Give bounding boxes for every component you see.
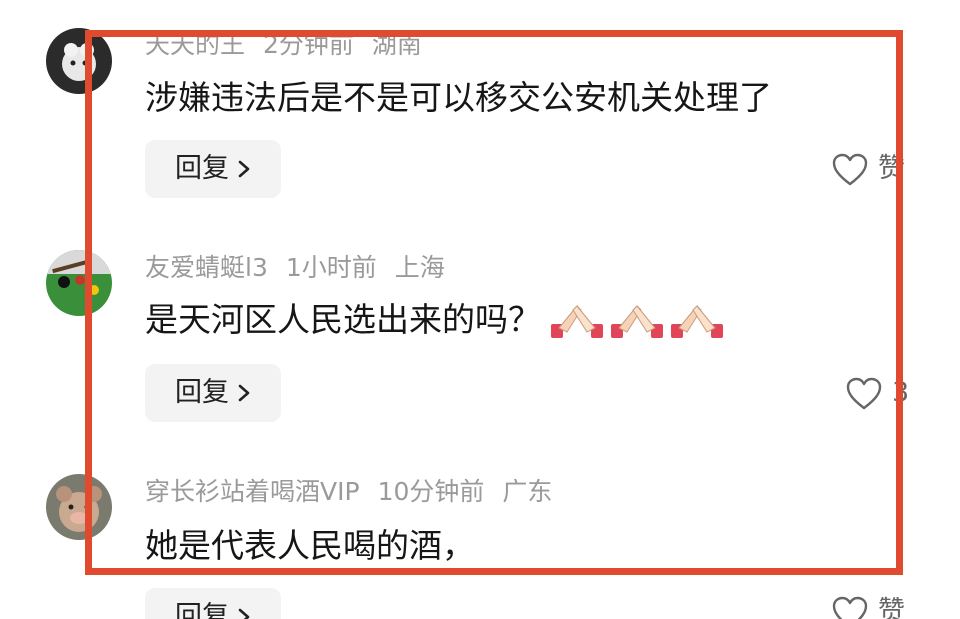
emoji-group	[549, 301, 729, 343]
clapping-hands-emoji	[611, 305, 663, 339]
avatar[interactable]	[46, 28, 112, 94]
comment-text: 是天河区人民选出来的吗？	[145, 300, 541, 339]
timestamp: 10分钟前	[377, 477, 485, 506]
comment-text: 她是代表人民喝的酒，	[145, 526, 475, 565]
comment-meta: 穿长衫站着喝酒VIP 10分钟前 广东	[145, 477, 570, 507]
heart-outline-icon	[832, 596, 868, 619]
username[interactable]: 穿长衫站着喝酒VIP	[145, 477, 360, 506]
avatar[interactable]	[46, 250, 112, 316]
like-label: 赞	[878, 596, 905, 619]
location: 广东	[502, 477, 553, 506]
reply-label: 回复	[175, 601, 229, 619]
location: 上海	[394, 253, 445, 282]
like-count: 3	[892, 377, 910, 408]
comment-meta: 天天的王 2分钟前 湖南	[145, 30, 440, 60]
comment-list: 天天的王 2分钟前 湖南 涉嫌违法后是不是可以移交公安机关处理了 回复 赞 友爱蜻蜓…	[0, 0, 960, 619]
clapping-hands-emoji	[551, 305, 603, 339]
timestamp: 2分钟前	[263, 30, 354, 59]
username[interactable]: 友爱蜻蜓l3	[145, 253, 268, 282]
location: 湖南	[371, 30, 422, 59]
reply-label: 回复	[175, 153, 229, 184]
chevron-right-icon	[237, 140, 251, 198]
chevron-right-icon	[237, 364, 251, 422]
reply-button[interactable]: 回复	[145, 364, 281, 422]
heart-outline-icon	[846, 377, 882, 409]
reply-label: 回复	[175, 377, 229, 408]
clapping-hands-emoji	[671, 305, 723, 339]
reply-button[interactable]: 回复	[145, 588, 281, 619]
username[interactable]: 天天的王	[145, 30, 245, 59]
like-label: 赞	[878, 153, 905, 184]
chevron-right-icon	[237, 588, 251, 619]
reply-button[interactable]: 回复	[145, 140, 281, 198]
avatar[interactable]	[46, 474, 112, 540]
comment-meta: 友爱蜻蜓l3 1小时前 上海	[145, 253, 463, 283]
like-button[interactable]: 赞	[832, 592, 905, 619]
timestamp: 1小时前	[285, 253, 377, 282]
heart-outline-icon	[832, 153, 868, 185]
comment-text: 涉嫌违法后是不是可以移交公安机关处理了	[145, 78, 772, 117]
like-button[interactable]: 赞	[832, 149, 905, 189]
like-button[interactable]: 3	[846, 373, 909, 413]
comment-text-row: 是天河区人民选出来的吗？	[145, 300, 729, 342]
